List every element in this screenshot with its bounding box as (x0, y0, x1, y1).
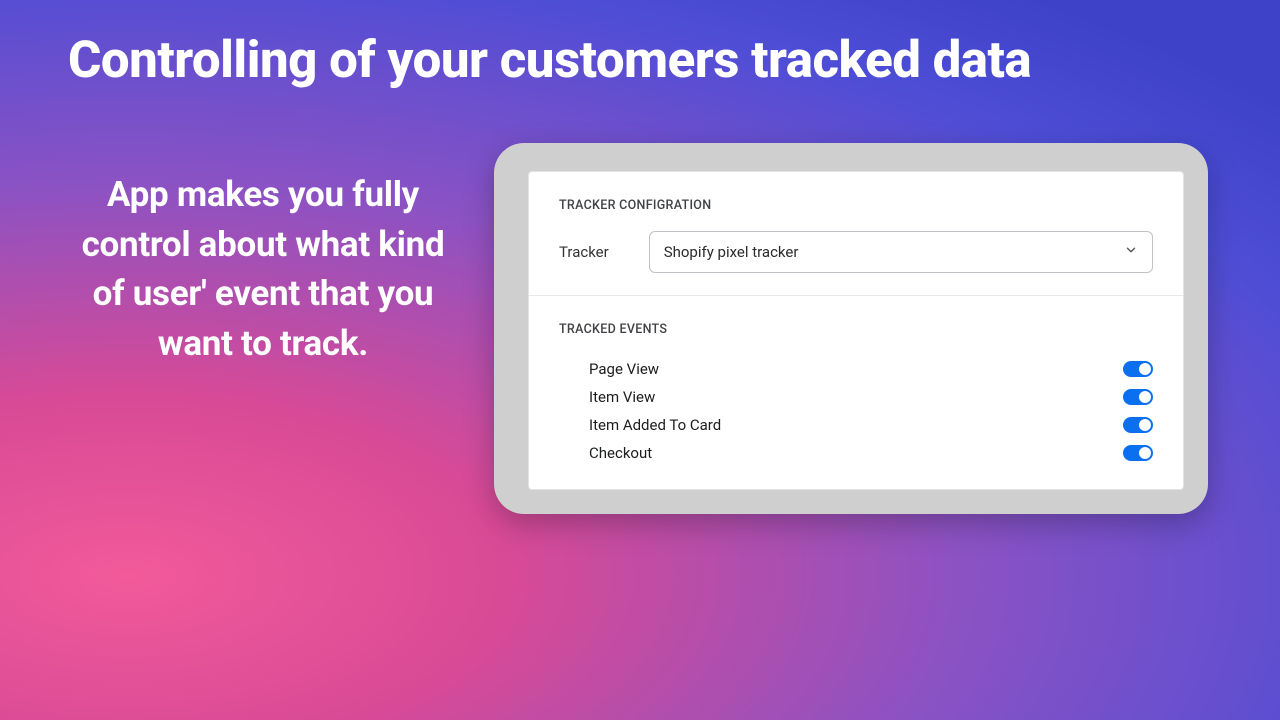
page-subtitle: App makes you fully control about what k… (68, 170, 458, 369)
tracker-select[interactable]: Shopify pixel tracker (649, 231, 1153, 273)
event-label: Item View (589, 388, 655, 406)
tracker-config-section: TRACKER CONFIGRATION Tracker Shopify pix… (529, 172, 1183, 295)
settings-panel: TRACKER CONFIGRATION Tracker Shopify pix… (528, 171, 1184, 490)
event-row: Checkout (589, 439, 1153, 467)
event-toggle-page-view[interactable] (1123, 361, 1153, 377)
events-list: Page View Item View Item Added To Card C… (559, 355, 1153, 467)
tracker-config-heading: TRACKER CONFIGRATION (559, 198, 1153, 213)
chevron-down-icon (1124, 243, 1138, 261)
event-row: Item View (589, 383, 1153, 411)
device-frame: TRACKER CONFIGRATION Tracker Shopify pix… (494, 143, 1208, 514)
tracked-events-heading: TRACKED EVENTS (559, 322, 1153, 337)
tracker-field-label: Tracker (559, 243, 609, 261)
page-title: Controlling of your customers tracked da… (68, 34, 1031, 88)
tracker-field-row: Tracker Shopify pixel tracker (559, 231, 1153, 273)
event-label: Checkout (589, 444, 652, 462)
event-label: Page View (589, 360, 659, 378)
event-label: Item Added To Card (589, 416, 721, 434)
event-toggle-checkout[interactable] (1123, 445, 1153, 461)
event-row: Page View (589, 355, 1153, 383)
event-toggle-item-added[interactable] (1123, 417, 1153, 433)
event-toggle-item-view[interactable] (1123, 389, 1153, 405)
tracked-events-section: TRACKED EVENTS Page View Item View Item … (529, 295, 1183, 489)
tracker-select-value: Shopify pixel tracker (664, 243, 799, 261)
event-row: Item Added To Card (589, 411, 1153, 439)
